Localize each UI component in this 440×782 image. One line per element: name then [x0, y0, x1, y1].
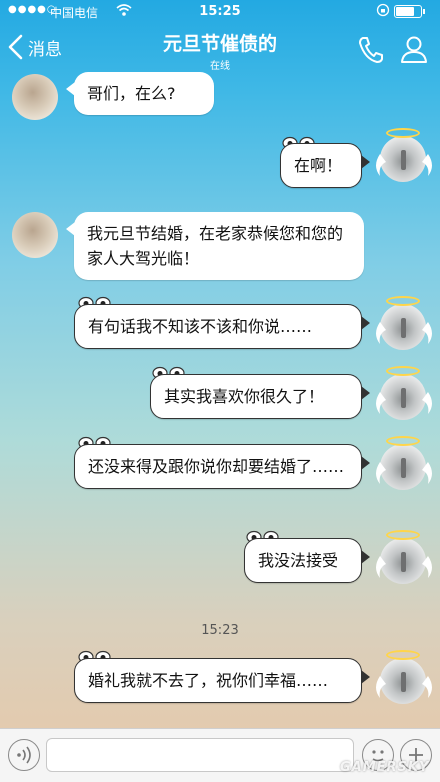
halo-icon	[386, 650, 420, 660]
navigation-bar: 消息 元旦节催债的 在线	[0, 24, 440, 72]
rotation-lock-icon	[376, 3, 390, 20]
wings-icon	[376, 556, 432, 578]
message-bubble-incoming[interactable]: 我元旦节结婚，在老家恭候您和您的家人大驾光临！	[66, 212, 364, 280]
message-bubble-outgoing[interactable]: 我没法接受	[244, 538, 370, 583]
message-bubble-outgoing[interactable]: 还没来得及跟你说你却要结婚了……	[74, 444, 370, 489]
wings-icon	[376, 154, 432, 176]
halo-icon	[386, 128, 420, 138]
message-bubble-outgoing[interactable]: 其实我喜欢你很久了！	[150, 374, 370, 419]
wings-icon	[376, 392, 432, 414]
halo-icon	[386, 436, 420, 446]
wings-icon	[376, 676, 432, 698]
chat-area[interactable]: 哥们，在么? 在啊！ 我元旦节结婚，在老家恭候您和您的家人大驾光临！ 有句话我不…	[0, 72, 440, 728]
message-bubble-outgoing[interactable]: 在啊！	[280, 143, 370, 188]
contact-avatar[interactable]	[12, 74, 58, 120]
message-input[interactable]	[46, 738, 354, 772]
message-bubble-outgoing[interactable]: 有句话我不知该不该和你说……	[74, 304, 370, 349]
phone-icon[interactable]	[356, 34, 384, 64]
halo-icon	[386, 530, 420, 540]
wings-icon	[376, 462, 432, 484]
battery-icon	[394, 5, 425, 18]
battery-fill	[396, 7, 415, 16]
message-timestamp: 15:23	[201, 623, 239, 638]
wings-icon	[376, 322, 432, 344]
halo-icon	[386, 366, 420, 376]
contact-avatar[interactable]	[12, 212, 58, 258]
voice-icon[interactable]	[8, 739, 40, 771]
watermark: GAMERSKY	[340, 760, 430, 775]
message-bubble-outgoing[interactable]: 婚礼我就不去了，祝你们幸福……	[74, 658, 370, 703]
message-bubble-incoming[interactable]: 哥们，在么?	[66, 72, 214, 115]
contact-icon[interactable]	[400, 34, 428, 64]
halo-icon	[386, 296, 420, 306]
status-bar: ●●●●○ 中国电信 15:25	[0, 0, 440, 24]
status-time: 15:25	[199, 4, 241, 19]
